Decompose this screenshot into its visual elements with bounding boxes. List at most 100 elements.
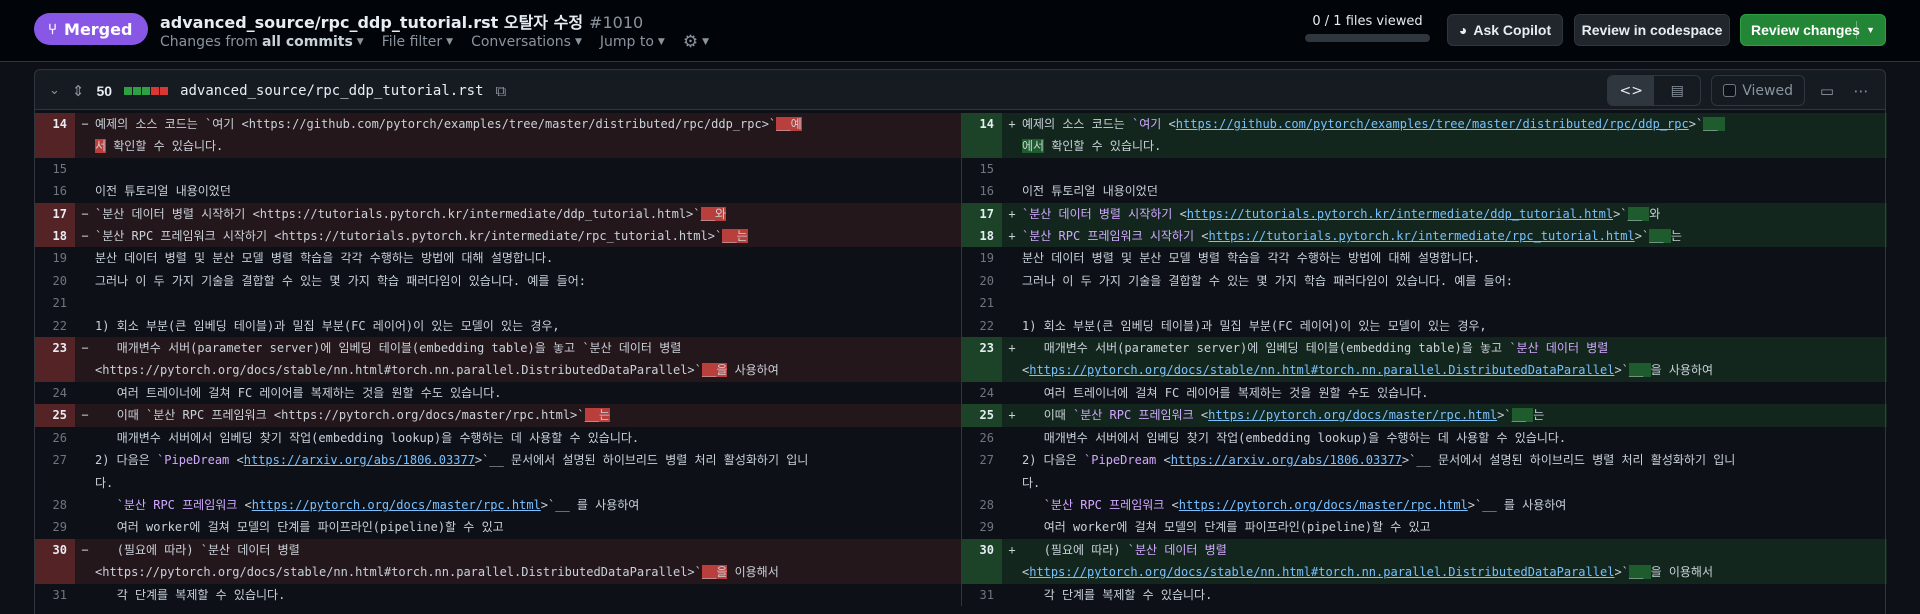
line-number[interactable]: 17: [962, 202, 1002, 226]
line-number[interactable]: 24: [962, 382, 1002, 404]
code-text: 매개변수 서버에서 임베딩 찾기 작업(embedding lookup)을 수…: [1022, 430, 1567, 445]
changed-text: __을: [701, 565, 728, 580]
code-link[interactable]: https://pytorch.org/docs/master/rpc.html: [1179, 498, 1468, 512]
line-number[interactable]: 31: [962, 584, 1002, 606]
code-link[interactable]: https://pytorch.org/docs/master/rpc.html: [252, 498, 541, 512]
code-text: >`: [1614, 363, 1629, 378]
code-text: >`: [1497, 408, 1512, 423]
line-number[interactable]: 19: [962, 247, 1002, 269]
kebab-menu-icon[interactable]: ⋯: [1849, 82, 1873, 100]
line-number[interactable]: 17: [35, 202, 75, 226]
code-line: 매개변수 서버(parameter server)에 임베딩 테이블(embed…: [1022, 337, 1887, 382]
jump-to-dropdown[interactable]: Jump to ▼: [600, 32, 665, 52]
file-filter-dropdown[interactable]: File filter ▼: [382, 32, 453, 52]
code-link[interactable]: https://github.com/pytorch/examples/tree…: [1176, 117, 1689, 131]
diff-line: 17 + `분산 데이터 병렬 시작하기 <https://tutorials.py…: [962, 202, 1887, 226]
diff-marker: [1002, 427, 1022, 449]
changes-from-dropdown[interactable]: Changes from all commits ▼: [160, 32, 364, 52]
line-number[interactable]: 26: [962, 427, 1002, 449]
code-text: 각 단계를 복제할 수 있습니다.: [95, 587, 286, 602]
code-link[interactable]: https://pytorch.org/docs/stable/nn.html#…: [1029, 565, 1614, 579]
code-line: `분산 RPC 프레임워크 <https://pytorch.org/docs/…: [95, 494, 961, 516]
viewed-checkbox[interactable]: Viewed: [1711, 75, 1805, 106]
diff-pane-right: 14 + 예제의 소스 코드는 `여기 <https://github.com/py…: [961, 113, 1887, 606]
pr-number: #1010: [589, 13, 644, 32]
diff-marker: −: [75, 337, 95, 382]
line-number[interactable]: 30: [35, 538, 75, 584]
file-path[interactable]: advanced_source/rpc_ddp_tutorial.rst: [180, 83, 483, 99]
line-number[interactable]: 15: [962, 158, 1002, 180]
code-line: (필요에 따라) `분산 데이터 병렬 <https://pytorch.org…: [95, 538, 961, 584]
diff-marker: [75, 247, 95, 269]
line-number[interactable]: 21: [962, 292, 1002, 314]
line-number[interactable]: 29: [35, 516, 75, 538]
checkbox-icon: [1723, 84, 1737, 97]
line-number[interactable]: 27: [962, 449, 1002, 494]
line-number[interactable]: 20: [35, 270, 75, 292]
line-number[interactable]: 28: [35, 494, 75, 516]
diff-line: 25 + 이때 `분산 RPC 프레임워크 <https://pytorch.or…: [962, 404, 1887, 427]
line-number[interactable]: 22: [962, 315, 1002, 337]
file-view-icon[interactable]: ▤: [1654, 76, 1700, 105]
line-number[interactable]: 23: [962, 337, 1002, 382]
code-link[interactable]: https://tutorials.pytorch.kr/intermediat…: [1187, 207, 1613, 221]
line-number[interactable]: 23: [35, 337, 75, 382]
line-number[interactable]: 29: [962, 516, 1002, 538]
code-line: 예제의 소스 코드는 `여기 <https://github.com/pytor…: [95, 113, 961, 158]
code-line: 2) 다음은 `PipeDream <https://arxiv.org/abs…: [95, 449, 961, 494]
code-view-icon[interactable]: <>: [1608, 76, 1655, 105]
line-number[interactable]: 25: [35, 404, 75, 427]
ask-copilot-button[interactable]: ◕ Ask Copilot: [1447, 14, 1563, 46]
copy-icon[interactable]: ⧉: [496, 82, 507, 100]
code-line: 여러 worker에 걸쳐 모델의 단계를 파이프라인(pipeline)할 수…: [1022, 516, 1887, 538]
line-number[interactable]: 14: [35, 113, 75, 158]
line-number[interactable]: 22: [35, 315, 75, 337]
diff-marker: +: [1002, 404, 1022, 427]
line-number[interactable]: 16: [962, 180, 1002, 202]
file-header-right: <> ▤ Viewed ▭ ⋯: [1607, 74, 1873, 107]
code-text: 이때 `분산 RPC 프레임워크 <https://pytorch.org/do…: [95, 408, 585, 423]
review-in-codespace-button[interactable]: Review in codespace: [1574, 14, 1730, 46]
changed-text: __: [1703, 117, 1725, 131]
line-number[interactable]: 19: [35, 247, 75, 269]
line-number[interactable]: 28: [962, 494, 1002, 516]
review-changes-button[interactable]: Review changes ▼: [1740, 14, 1886, 46]
expand-all-icon[interactable]: ⇕: [72, 82, 85, 100]
changed-text: __: [1649, 229, 1671, 244]
line-number[interactable]: 20: [962, 270, 1002, 292]
line-number[interactable]: 18: [962, 225, 1002, 248]
code-line: `분산 RPC 프레임워크 시작하기 <https://tutorials.py…: [95, 225, 961, 248]
changed-text: __는: [584, 408, 611, 423]
line-number[interactable]: 27: [35, 449, 75, 494]
collapse-chevron-icon[interactable]: ⌄: [49, 83, 60, 98]
diff-line: 20 그러나 이 두 가지 기술을 결합할 수 있는 몇 가지 학습 패러다임이 …: [962, 270, 1887, 292]
line-number[interactable]: 25: [962, 404, 1002, 427]
code-text: >`: [1614, 565, 1629, 580]
code-link[interactable]: https://tutorials.pytorch.kr/intermediat…: [1208, 229, 1634, 243]
code-line: `분산 데이터 병렬 시작하기 <https://tutorials.pytor…: [95, 202, 961, 226]
line-number[interactable]: 15: [35, 158, 75, 180]
file-header: ⌄ ⇕ 50 advanced_source/rpc_ddp_tutorial.…: [34, 69, 1886, 110]
line-number[interactable]: 14: [962, 113, 1002, 158]
code-line: 각 단계를 복제할 수 있습니다.: [1022, 584, 1887, 606]
code-text: 1) 회소 부분(큰 임베딩 테이블)과 밀집 부분(FC 레이어)이 있는 모…: [95, 318, 560, 333]
comment-icon[interactable]: ▭: [1815, 82, 1839, 100]
code-link[interactable]: https://pytorch.org/docs/stable/nn.html#…: [1029, 363, 1614, 377]
code-link[interactable]: https://pytorch.org/docs/master/rpc.html: [1208, 408, 1497, 422]
line-number[interactable]: 24: [35, 382, 75, 404]
diff-marker: −: [75, 538, 95, 584]
line-number[interactable]: 21: [35, 292, 75, 314]
line-number[interactable]: 30: [962, 538, 1002, 584]
line-number[interactable]: 31: [35, 584, 75, 606]
diff-marker: [1002, 247, 1022, 269]
conversations-dropdown[interactable]: Conversations ▼: [471, 32, 582, 52]
line-number[interactable]: 18: [35, 225, 75, 248]
code-text: 그러나 이 두 가지 기술을 결합할 수 있는 몇 가지 학습 패러다임이 있습…: [1022, 273, 1513, 288]
settings-dropdown[interactable]: ⚙ ▼: [683, 32, 709, 52]
code-link[interactable]: https://arxiv.org/abs/1806.03377: [1171, 453, 1402, 467]
line-number[interactable]: 16: [35, 180, 75, 202]
code-text: `PipeDream: [157, 453, 230, 468]
code-link[interactable]: https://arxiv.org/abs/1806.03377: [244, 453, 475, 467]
line-number[interactable]: 26: [35, 427, 75, 449]
